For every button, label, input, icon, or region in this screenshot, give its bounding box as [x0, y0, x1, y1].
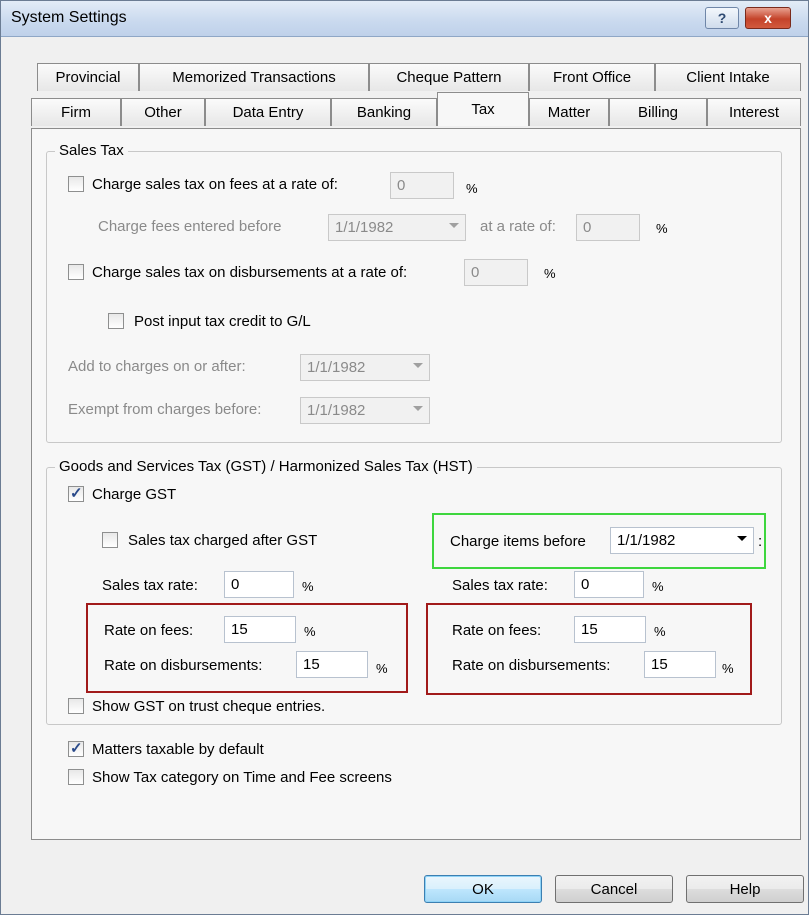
- chevron-down-icon: [449, 223, 459, 228]
- system-settings-window: System Settings ? x Provincial Memorized…: [0, 0, 809, 915]
- left-sales-tax-rate-label: Sales tax rate:: [102, 577, 198, 594]
- sales-tax-after-gst-checkbox[interactable]: [102, 532, 118, 548]
- post-input-tax-credit-label: Post input tax credit to G/L: [134, 313, 311, 330]
- chevron-down-icon: [737, 536, 747, 541]
- percent-label: %: [654, 624, 666, 639]
- title-close-button[interactable]: x: [745, 7, 791, 29]
- tab-data-entry[interactable]: Data Entry: [205, 98, 331, 126]
- percent-label: %: [302, 579, 314, 594]
- charge-items-before-label: Charge items before: [450, 533, 586, 550]
- right-rate-fees-input[interactable]: 15: [574, 616, 646, 643]
- title-help-button[interactable]: ?: [705, 7, 739, 29]
- add-to-charges-date: 1/1/1982: [307, 359, 366, 376]
- tab-provincial[interactable]: Provincial: [37, 63, 139, 91]
- post-input-tax-credit-checkbox[interactable]: [108, 313, 124, 329]
- left-rate-disbursements-input[interactable]: 15: [296, 651, 368, 678]
- cancel-button[interactable]: Cancel: [555, 875, 673, 903]
- right-sales-tax-rate-input[interactable]: 0: [574, 571, 644, 598]
- tab-firm[interactable]: Firm: [31, 98, 121, 126]
- charge-fees-label: Charge sales tax on fees at a rate of:: [92, 176, 338, 193]
- fees-entered-before-date: 1/1/1982: [335, 219, 394, 236]
- at-rate-input[interactable]: 0: [576, 214, 640, 241]
- charge-gst-label: Charge GST: [92, 486, 177, 503]
- right-rate-disbursements-input[interactable]: 15: [644, 651, 716, 678]
- show-tax-category-checkbox[interactable]: [68, 769, 84, 785]
- charge-fees-rate-input[interactable]: 0: [390, 172, 454, 199]
- tax-tab-panel: Sales Tax Charge sales tax on fees at a …: [31, 128, 801, 840]
- chevron-down-icon: [413, 363, 423, 368]
- charge-items-before-combo[interactable]: 1/1/1982: [610, 527, 754, 554]
- close-icon: x: [764, 10, 772, 26]
- exempt-from-charges-combo[interactable]: 1/1/1982: [300, 397, 430, 424]
- tab-other[interactable]: Other: [121, 98, 205, 126]
- percent-label: %: [304, 624, 316, 639]
- add-to-charges-combo[interactable]: 1/1/1982: [300, 354, 430, 381]
- exempt-from-charges-date: 1/1/1982: [307, 402, 366, 419]
- left-rate-fees-label: Rate on fees:: [104, 622, 194, 639]
- tab-banking[interactable]: Banking: [331, 98, 437, 126]
- help-button[interactable]: Help: [686, 875, 804, 903]
- sales-tax-group-title: Sales Tax: [55, 142, 128, 159]
- right-sales-tax-rate-label: Sales tax rate:: [452, 577, 548, 594]
- charge-items-suffix: :: [758, 533, 763, 550]
- left-rate-disbursements-label: Rate on disbursements:: [104, 657, 263, 674]
- tab-client-intake[interactable]: Client Intake: [655, 63, 801, 91]
- right-rate-fees-label: Rate on fees:: [452, 622, 542, 639]
- title-bar[interactable]: System Settings ? x: [1, 1, 808, 37]
- percent-label: %: [466, 181, 478, 196]
- charge-fees-checkbox[interactable]: [68, 176, 84, 192]
- tab-interest[interactable]: Interest: [707, 98, 801, 126]
- percent-label: %: [376, 661, 388, 676]
- show-gst-trust-checkbox[interactable]: [68, 698, 84, 714]
- charge-disbursements-rate-input[interactable]: 0: [464, 259, 528, 286]
- percent-label: %: [722, 661, 734, 676]
- charge-disbursements-label: Charge sales tax on disbursements at a r…: [92, 264, 408, 281]
- tab-matter[interactable]: Matter: [529, 98, 609, 126]
- tab-cheque-pattern[interactable]: Cheque Pattern: [369, 63, 529, 91]
- percent-label: %: [652, 579, 664, 594]
- percent-label: %: [656, 221, 668, 236]
- add-to-charges-label: Add to charges on or after:: [68, 358, 246, 375]
- right-rate-disbursements-label: Rate on disbursements:: [452, 657, 611, 674]
- charge-disbursements-checkbox[interactable]: [68, 264, 84, 280]
- ok-button[interactable]: OK: [424, 875, 542, 903]
- sales-tax-after-gst-label: Sales tax charged after GST: [128, 532, 318, 549]
- matters-taxable-checkbox[interactable]: [68, 739, 84, 757]
- charge-gst-checkbox[interactable]: [68, 484, 84, 502]
- show-gst-trust-label: Show GST on trust cheque entries.: [92, 698, 326, 715]
- tab-memorized-transactions[interactable]: Memorized Transactions: [139, 63, 369, 91]
- charge-items-before-date: 1/1/1982: [617, 532, 676, 549]
- at-rate-label: at a rate of:: [480, 218, 556, 235]
- percent-label: %: [544, 266, 556, 281]
- question-icon: ?: [717, 10, 727, 26]
- matters-taxable-label: Matters taxable by default: [92, 741, 264, 758]
- left-sales-tax-rate-input[interactable]: 0: [224, 571, 294, 598]
- tab-tax[interactable]: Tax: [437, 92, 529, 126]
- show-tax-category-label: Show Tax category on Time and Fee screen…: [92, 769, 392, 786]
- fees-entered-before-combo[interactable]: 1/1/1982: [328, 214, 466, 241]
- fees-entered-before-label: Charge fees entered before: [98, 218, 282, 235]
- chevron-down-icon: [413, 406, 423, 411]
- window-title: System Settings: [11, 9, 127, 26]
- gst-hst-group-title: Goods and Services Tax (GST) / Harmonize…: [55, 458, 477, 475]
- tab-front-office[interactable]: Front Office: [529, 63, 655, 91]
- left-rate-fees-input[interactable]: 15: [224, 616, 296, 643]
- tab-billing[interactable]: Billing: [609, 98, 707, 126]
- exempt-from-charges-label: Exempt from charges before:: [68, 401, 262, 418]
